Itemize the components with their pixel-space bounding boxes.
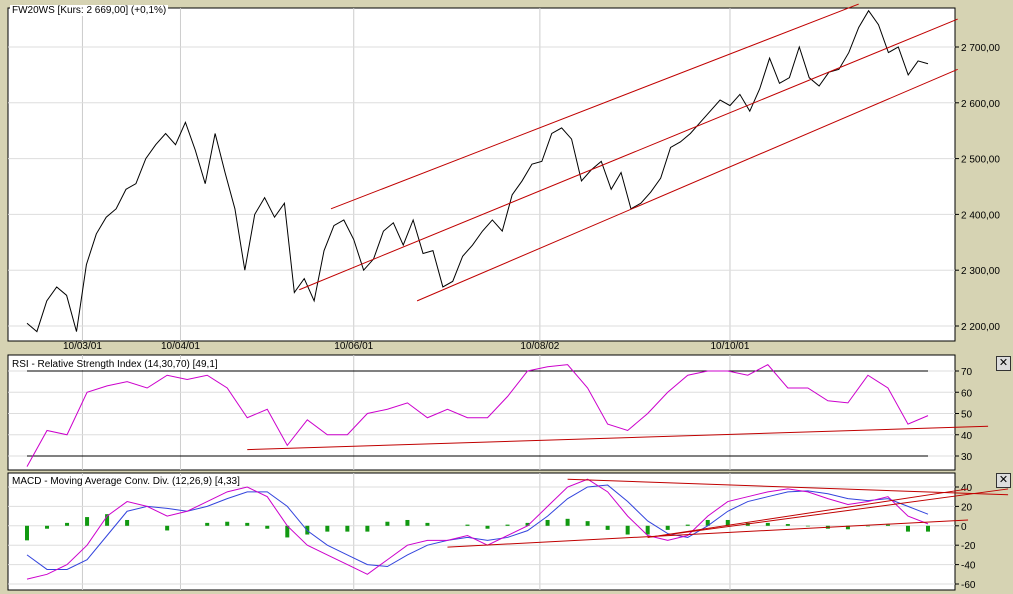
macd-histogram-bar	[345, 525, 350, 532]
macd-histogram-bar	[25, 525, 29, 541]
macd-histogram-bar	[245, 522, 250, 526]
macd-histogram-bar	[385, 521, 390, 526]
macd-histogram-bar	[585, 521, 590, 526]
macd-histogram-bar	[685, 524, 690, 526]
macd-histogram-bar	[625, 525, 630, 535]
macd-tick-label: 20	[961, 502, 973, 513]
macd-tick-label: 40	[961, 483, 973, 494]
close-rsi-panel-button[interactable]: ✕	[996, 356, 1011, 371]
price-tick-label: 2 400,00	[961, 210, 1000, 221]
macd-tick-label: -40	[961, 561, 976, 572]
macd-histogram-bar	[425, 522, 430, 526]
macd-tick-label: -60	[961, 580, 976, 591]
macd-histogram-bar	[45, 525, 50, 529]
macd-histogram-bar	[365, 525, 370, 532]
macd-histogram-bar	[605, 525, 610, 530]
price-panel-title: FW20WS [Kurs: 2 669,00] (+0,1%)	[10, 5, 169, 16]
macd-histogram-bar	[765, 522, 770, 526]
rsi-tick-label: 40	[961, 431, 973, 442]
x-tick-label: 10/03/01	[63, 341, 102, 352]
price-tick-label: 2 700,00	[961, 43, 1000, 54]
x-tick-label: 10/04/01	[161, 341, 200, 352]
price-tick-label: 2 300,00	[961, 266, 1000, 277]
rsi-tick-label: 50	[961, 410, 973, 421]
rsi-tick-label: 70	[961, 367, 973, 378]
macd-histogram-bar	[325, 525, 330, 532]
macd-histogram-bar	[905, 525, 910, 532]
macd-histogram-bar	[505, 524, 510, 526]
close-macd-panel-button[interactable]: ✕	[996, 473, 1011, 488]
price-tick-label: 2 200,00	[961, 322, 1000, 333]
macd-histogram-bar	[65, 522, 70, 526]
macd-histogram-bar	[645, 525, 650, 535]
macd-tick-label: 0	[961, 522, 967, 533]
rsi-panel-title: RSI - Relative Strength Index (14,30,70)…	[10, 359, 220, 370]
panel-2	[7, 472, 956, 591]
macd-histogram-bar	[265, 525, 270, 529]
x-tick-label: 10/08/02	[520, 341, 559, 352]
x-tick-label: 10/06/01	[334, 341, 373, 352]
macd-histogram-bar	[865, 525, 870, 527]
macd-histogram-bar	[665, 525, 670, 530]
x-tick-label: 10/10/01	[711, 341, 750, 352]
macd-histogram-bar	[85, 517, 90, 526]
price-tick-label: 2 600,00	[961, 99, 1000, 110]
macd-histogram-bar	[485, 525, 490, 529]
price-tick-label: 2 500,00	[961, 155, 1000, 166]
macd-histogram-bar	[125, 519, 130, 526]
macd-histogram-bar	[885, 524, 890, 526]
macd-histogram-bar	[405, 519, 410, 526]
macd-histogram-bar	[785, 524, 790, 526]
macd-histogram-bar	[205, 522, 210, 526]
macd-histogram-bar	[926, 525, 930, 532]
macd-histogram-bar	[225, 521, 230, 526]
macd-panel-title: MACD - Moving Average Conv. Div. (12,26,…	[10, 476, 242, 487]
panel-0	[7, 7, 956, 342]
rsi-tick-label: 30	[961, 452, 973, 463]
rsi-tick-label: 60	[961, 388, 973, 399]
chart-canvas[interactable]: 10/03/01 10/04/01 10/06/01 10/08/02 10/10/01…	[0, 0, 1013, 594]
macd-histogram-bar	[165, 525, 170, 531]
macd-tick-label: -20	[961, 541, 976, 552]
macd-histogram-bar	[465, 524, 470, 526]
macd-histogram-bar	[545, 519, 550, 526]
panel-1	[7, 354, 956, 471]
macd-histogram-bar	[805, 525, 810, 527]
macd-histogram-bar	[565, 518, 570, 526]
